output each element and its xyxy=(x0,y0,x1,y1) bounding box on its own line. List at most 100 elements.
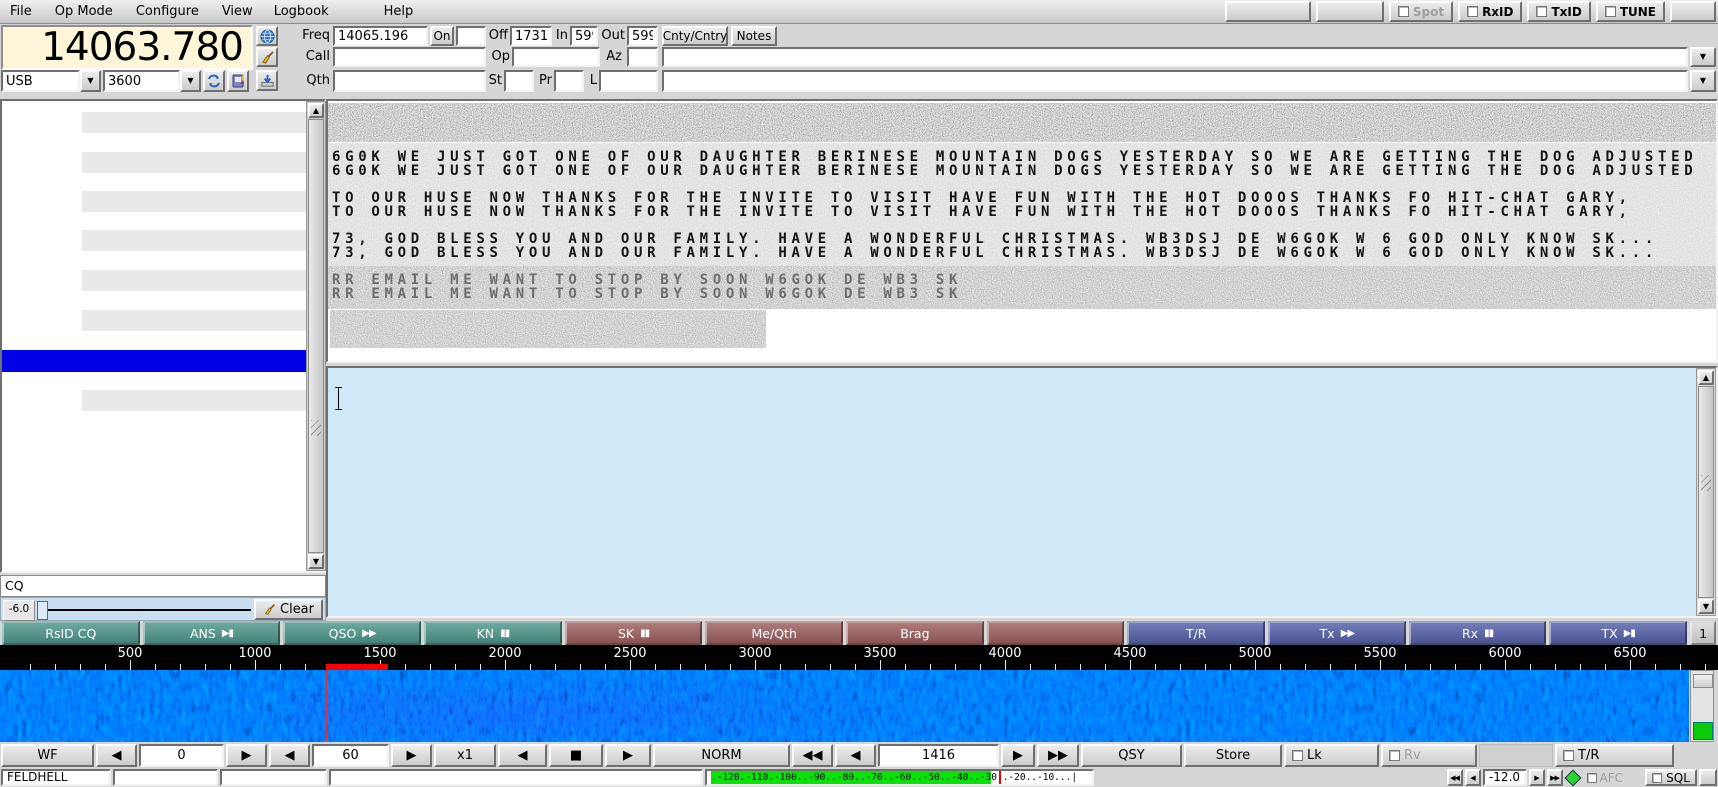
call-input[interactable] xyxy=(333,47,486,67)
browser-row[interactable] xyxy=(82,390,306,411)
macro-button-brag[interactable]: Brag xyxy=(846,621,984,645)
macro-button-me-qth[interactable]: Me/Qth xyxy=(705,621,843,645)
control-field-60[interactable]: 60 xyxy=(312,744,389,767)
control-button--[interactable]: ■ xyxy=(549,744,603,767)
rst-out-input[interactable] xyxy=(627,26,658,46)
tx-edit-pane[interactable]: ▲ ▼ xyxy=(326,366,1718,618)
notes-combo-input[interactable] xyxy=(662,70,1688,92)
qth-input[interactable] xyxy=(333,70,486,92)
control-button--[interactable]: ▶ xyxy=(391,744,432,767)
menu-op-mode[interactable]: Op Mode xyxy=(46,0,122,24)
scroll-up-icon[interactable]: ▲ xyxy=(1698,370,1714,385)
browser-scrollbar[interactable]: ▲ ▼ xyxy=(306,101,326,571)
tx-scrollbar[interactable]: ▲ ▼ xyxy=(1696,368,1716,616)
control-button--[interactable]: ▶▶ xyxy=(1037,744,1079,767)
browser-row[interactable] xyxy=(82,191,306,212)
clear-log-fields-button[interactable] xyxy=(256,47,278,67)
scroll-down-icon[interactable]: ▼ xyxy=(1698,599,1714,614)
log-freq-input[interactable] xyxy=(333,26,428,46)
macro-button-qso[interactable]: QSO▶▶ xyxy=(283,621,421,645)
control-toggle-lk[interactable]: Lk xyxy=(1284,744,1379,767)
menu-file[interactable]: File xyxy=(1,0,41,24)
rxid-toggle[interactable]: RxID xyxy=(1458,1,1522,22)
freq-step-fwd-fast-button[interactable]: ▶▶ xyxy=(1547,769,1563,786)
squelch-slider-handle[interactable] xyxy=(37,601,48,620)
menu-help[interactable]: Help xyxy=(375,0,423,24)
browser-row[interactable] xyxy=(82,152,306,173)
menu-configure[interactable]: Configure xyxy=(127,0,208,24)
logbook-button[interactable] xyxy=(227,70,249,92)
rig-mode-combo[interactable] xyxy=(1,70,80,92)
freq-step-fwd-button[interactable]: ▶ xyxy=(1529,769,1545,786)
freq-step-back-fast-button[interactable]: ◀◀ xyxy=(1447,769,1463,786)
time-on-input[interactable] xyxy=(456,26,486,46)
rx-feldhell-pane[interactable]: 6G0K WE JUST GOT ONE OF OUR DAUGHTER BER… xyxy=(326,99,1718,363)
menu-view[interactable]: View xyxy=(213,0,262,24)
tune-toggle[interactable]: TUNE xyxy=(1596,1,1665,22)
time-off-input[interactable] xyxy=(510,26,552,46)
control-button--[interactable]: ◀ xyxy=(498,744,547,767)
macro-button-tx[interactable]: Tx▶▶ xyxy=(1268,621,1406,645)
control-field-0[interactable]: 0 xyxy=(139,744,224,767)
browser-row[interactable] xyxy=(82,310,306,331)
time-on-button[interactable]: On xyxy=(430,26,454,46)
rst-in-input[interactable] xyxy=(570,26,598,46)
browser-scrollbar-thumb[interactable] xyxy=(308,119,324,553)
macro-button-ans[interactable]: ANS▶▮ xyxy=(143,621,281,645)
control-button--[interactable]: ◀◀ xyxy=(792,744,833,767)
control-button--[interactable]: ◀ xyxy=(835,744,876,767)
frequency-offset-value[interactable]: -12.0 xyxy=(1483,769,1527,786)
menu-logbook[interactable]: Logbook xyxy=(265,0,338,24)
locator-input[interactable] xyxy=(599,70,658,92)
notes-combo-dropdown-button[interactable]: ▼ xyxy=(1690,70,1716,92)
control-button--[interactable]: ▶ xyxy=(605,744,651,767)
scroll-up-icon[interactable]: ▲ xyxy=(308,103,324,118)
macro-button-rx[interactable]: Rx▮▮ xyxy=(1409,621,1547,645)
sync-rig-button[interactable] xyxy=(203,70,225,92)
notes-button[interactable]: Notes xyxy=(731,26,777,46)
macro-button-rsid-cq[interactable]: RsID CQ xyxy=(2,621,140,645)
macro-button-sk[interactable]: SK▮▮ xyxy=(565,621,703,645)
macro-button-blank[interactable] xyxy=(987,621,1125,645)
clear-rx-button[interactable]: Clear xyxy=(254,599,323,620)
browser-row[interactable] xyxy=(82,230,306,251)
mode-status[interactable]: FELDHELL xyxy=(1,769,111,786)
bandwidth-dropdown-button[interactable]: ▼ xyxy=(180,70,201,92)
macro-button-t-r[interactable]: T/R xyxy=(1127,621,1265,645)
save-qso-button[interactable] xyxy=(256,70,278,91)
afc-toggle[interactable]: AFC xyxy=(1583,769,1628,786)
control-button--[interactable]: ▶ xyxy=(226,744,267,767)
county-country-button[interactable]: Cnty/Cntry xyxy=(662,26,728,46)
az-input[interactable] xyxy=(627,47,658,67)
control-button-store[interactable]: Store xyxy=(1184,744,1282,767)
waterfall-display[interactable] xyxy=(0,670,1689,742)
scroll-down-icon[interactable]: ▼ xyxy=(308,554,324,569)
province-input[interactable] xyxy=(554,70,584,92)
control-button--[interactable]: ◀ xyxy=(269,744,310,767)
squelch-slider-track[interactable] xyxy=(41,609,251,611)
sql-toggle[interactable]: SQL xyxy=(1645,769,1697,786)
waterfall-side-slider[interactable] xyxy=(1690,670,1714,742)
rig-mode-dropdown-button[interactable]: ▼ xyxy=(80,70,101,92)
control-button-x1[interactable]: x1 xyxy=(434,744,496,767)
control-button-wf[interactable]: WF xyxy=(1,744,94,767)
control-toggle-t-r[interactable]: T/R xyxy=(1555,744,1674,767)
control-button--[interactable]: ▶ xyxy=(1001,744,1035,767)
macro-button-1[interactable]: 1 xyxy=(1690,621,1716,645)
vfo-frequency-display[interactable]: 14063.780 xyxy=(1,25,253,70)
op-input[interactable] xyxy=(512,47,600,67)
tx-scrollbar-thumb[interactable] xyxy=(1698,386,1714,598)
browser-row-selected[interactable] xyxy=(2,350,306,372)
state-input[interactable] xyxy=(504,70,534,92)
side-slider-thumb[interactable] xyxy=(1693,674,1713,688)
qrz-lookup-button[interactable] xyxy=(256,26,278,46)
bandwidth-combo[interactable] xyxy=(103,70,180,92)
control-field-1416[interactable]: 1416 xyxy=(878,744,999,767)
control-button-qsy[interactable]: QSY xyxy=(1081,744,1182,767)
country-combo-input[interactable] xyxy=(662,47,1688,67)
txid-toggle[interactable]: TxID xyxy=(1527,1,1590,22)
signal-browser-panel[interactable]: ▲ ▼ xyxy=(0,99,326,573)
control-button--[interactable]: ◀ xyxy=(96,744,137,767)
country-combo-dropdown-button[interactable]: ▼ xyxy=(1690,47,1716,67)
macro-button-tx[interactable]: TX▶▮ xyxy=(1549,621,1687,645)
